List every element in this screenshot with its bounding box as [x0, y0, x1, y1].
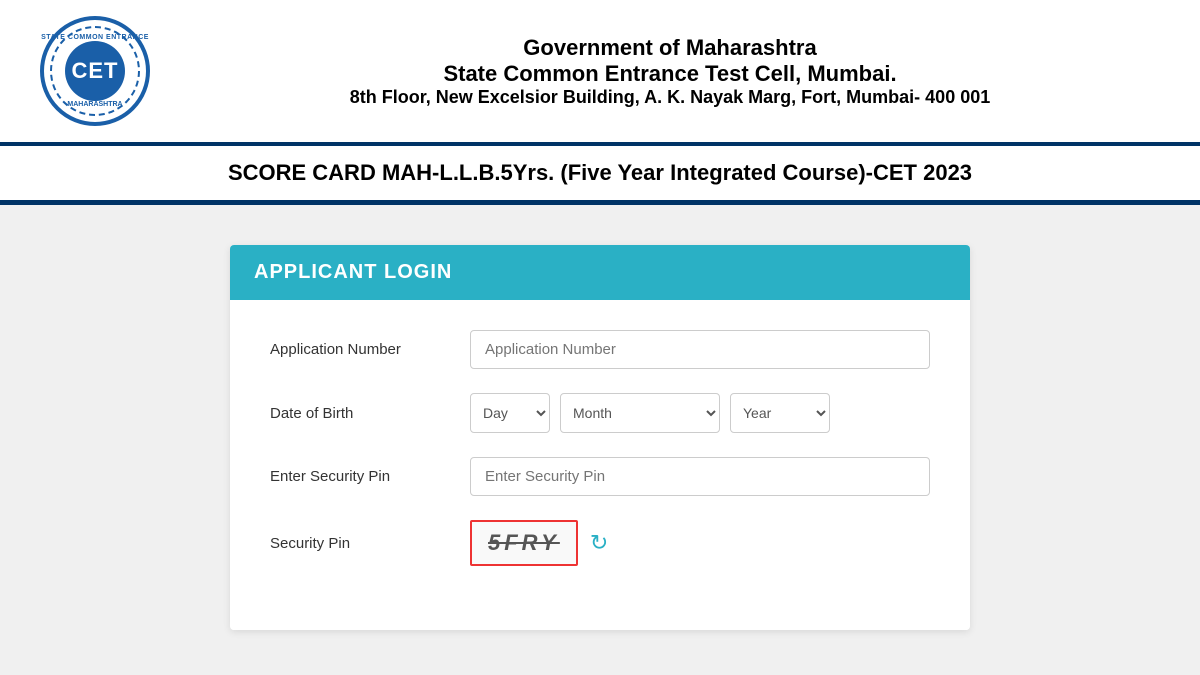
- card-header: APPLICANT LOGIN: [230, 245, 970, 300]
- header-text-block: Government of Maharashtra State Common E…: [180, 35, 1160, 108]
- logo-bottom-text: MAHARASHTRA: [67, 101, 122, 108]
- enter-security-pin-input[interactable]: [470, 457, 930, 496]
- login-card: APPLICANT LOGIN Application Number Date …: [230, 245, 970, 630]
- date-of-birth-label: Date of Birth: [270, 405, 470, 422]
- header-line1: Government of Maharashtra: [180, 35, 1160, 61]
- card-header-title: APPLICANT LOGIN: [254, 261, 452, 283]
- header-line2: State Common Entrance Test Cell, Mumbai.: [180, 61, 1160, 87]
- page-header: CET STATE COMMON ENTRANCE MAHARASHTRA Go…: [0, 0, 1200, 146]
- application-number-row: Application Number: [270, 330, 930, 369]
- captcha-image: 5FRY: [470, 520, 578, 566]
- dob-day-select[interactable]: Day 12345 678910 1112131415 1617181920 2…: [470, 393, 550, 433]
- date-of-birth-row: Date of Birth Day 12345 678910 111213141…: [270, 393, 930, 433]
- logo-top-text: STATE COMMON ENTRANCE: [41, 34, 149, 41]
- enter-security-pin-label: Enter Security Pin: [270, 468, 470, 485]
- main-content: APPLICANT LOGIN Application Number Date …: [0, 205, 1200, 670]
- cet-logo: CET STATE COMMON ENTRANCE MAHARASHTRA: [40, 16, 150, 126]
- application-number-label: Application Number: [270, 341, 470, 358]
- captcha-container: 5FRY ↻: [470, 520, 608, 566]
- security-pin-label: Security Pin: [270, 535, 470, 552]
- dob-month-select[interactable]: Month JanuaryFebruaryMarch AprilMayJune …: [560, 393, 720, 433]
- enter-security-pin-row: Enter Security Pin: [270, 457, 930, 496]
- security-pin-row: Security Pin 5FRY ↻: [270, 520, 930, 566]
- card-body: Application Number Date of Birth Day 123…: [230, 300, 970, 630]
- dob-selects: Day 12345 678910 1112131415 1617181920 2…: [470, 393, 930, 433]
- header-line3: 8th Floor, New Excelsior Building, A. K.…: [180, 87, 1160, 108]
- application-number-input[interactable]: [470, 330, 930, 369]
- logo-cet-text: CET: [65, 41, 125, 101]
- page-title: SCORE CARD MAH-L.L.B.5Yrs. (Five Year In…: [0, 146, 1200, 205]
- refresh-captcha-button[interactable]: ↻: [590, 530, 608, 556]
- dob-year-select[interactable]: Year 2005200420032002 2001200019991998 1…: [730, 393, 830, 433]
